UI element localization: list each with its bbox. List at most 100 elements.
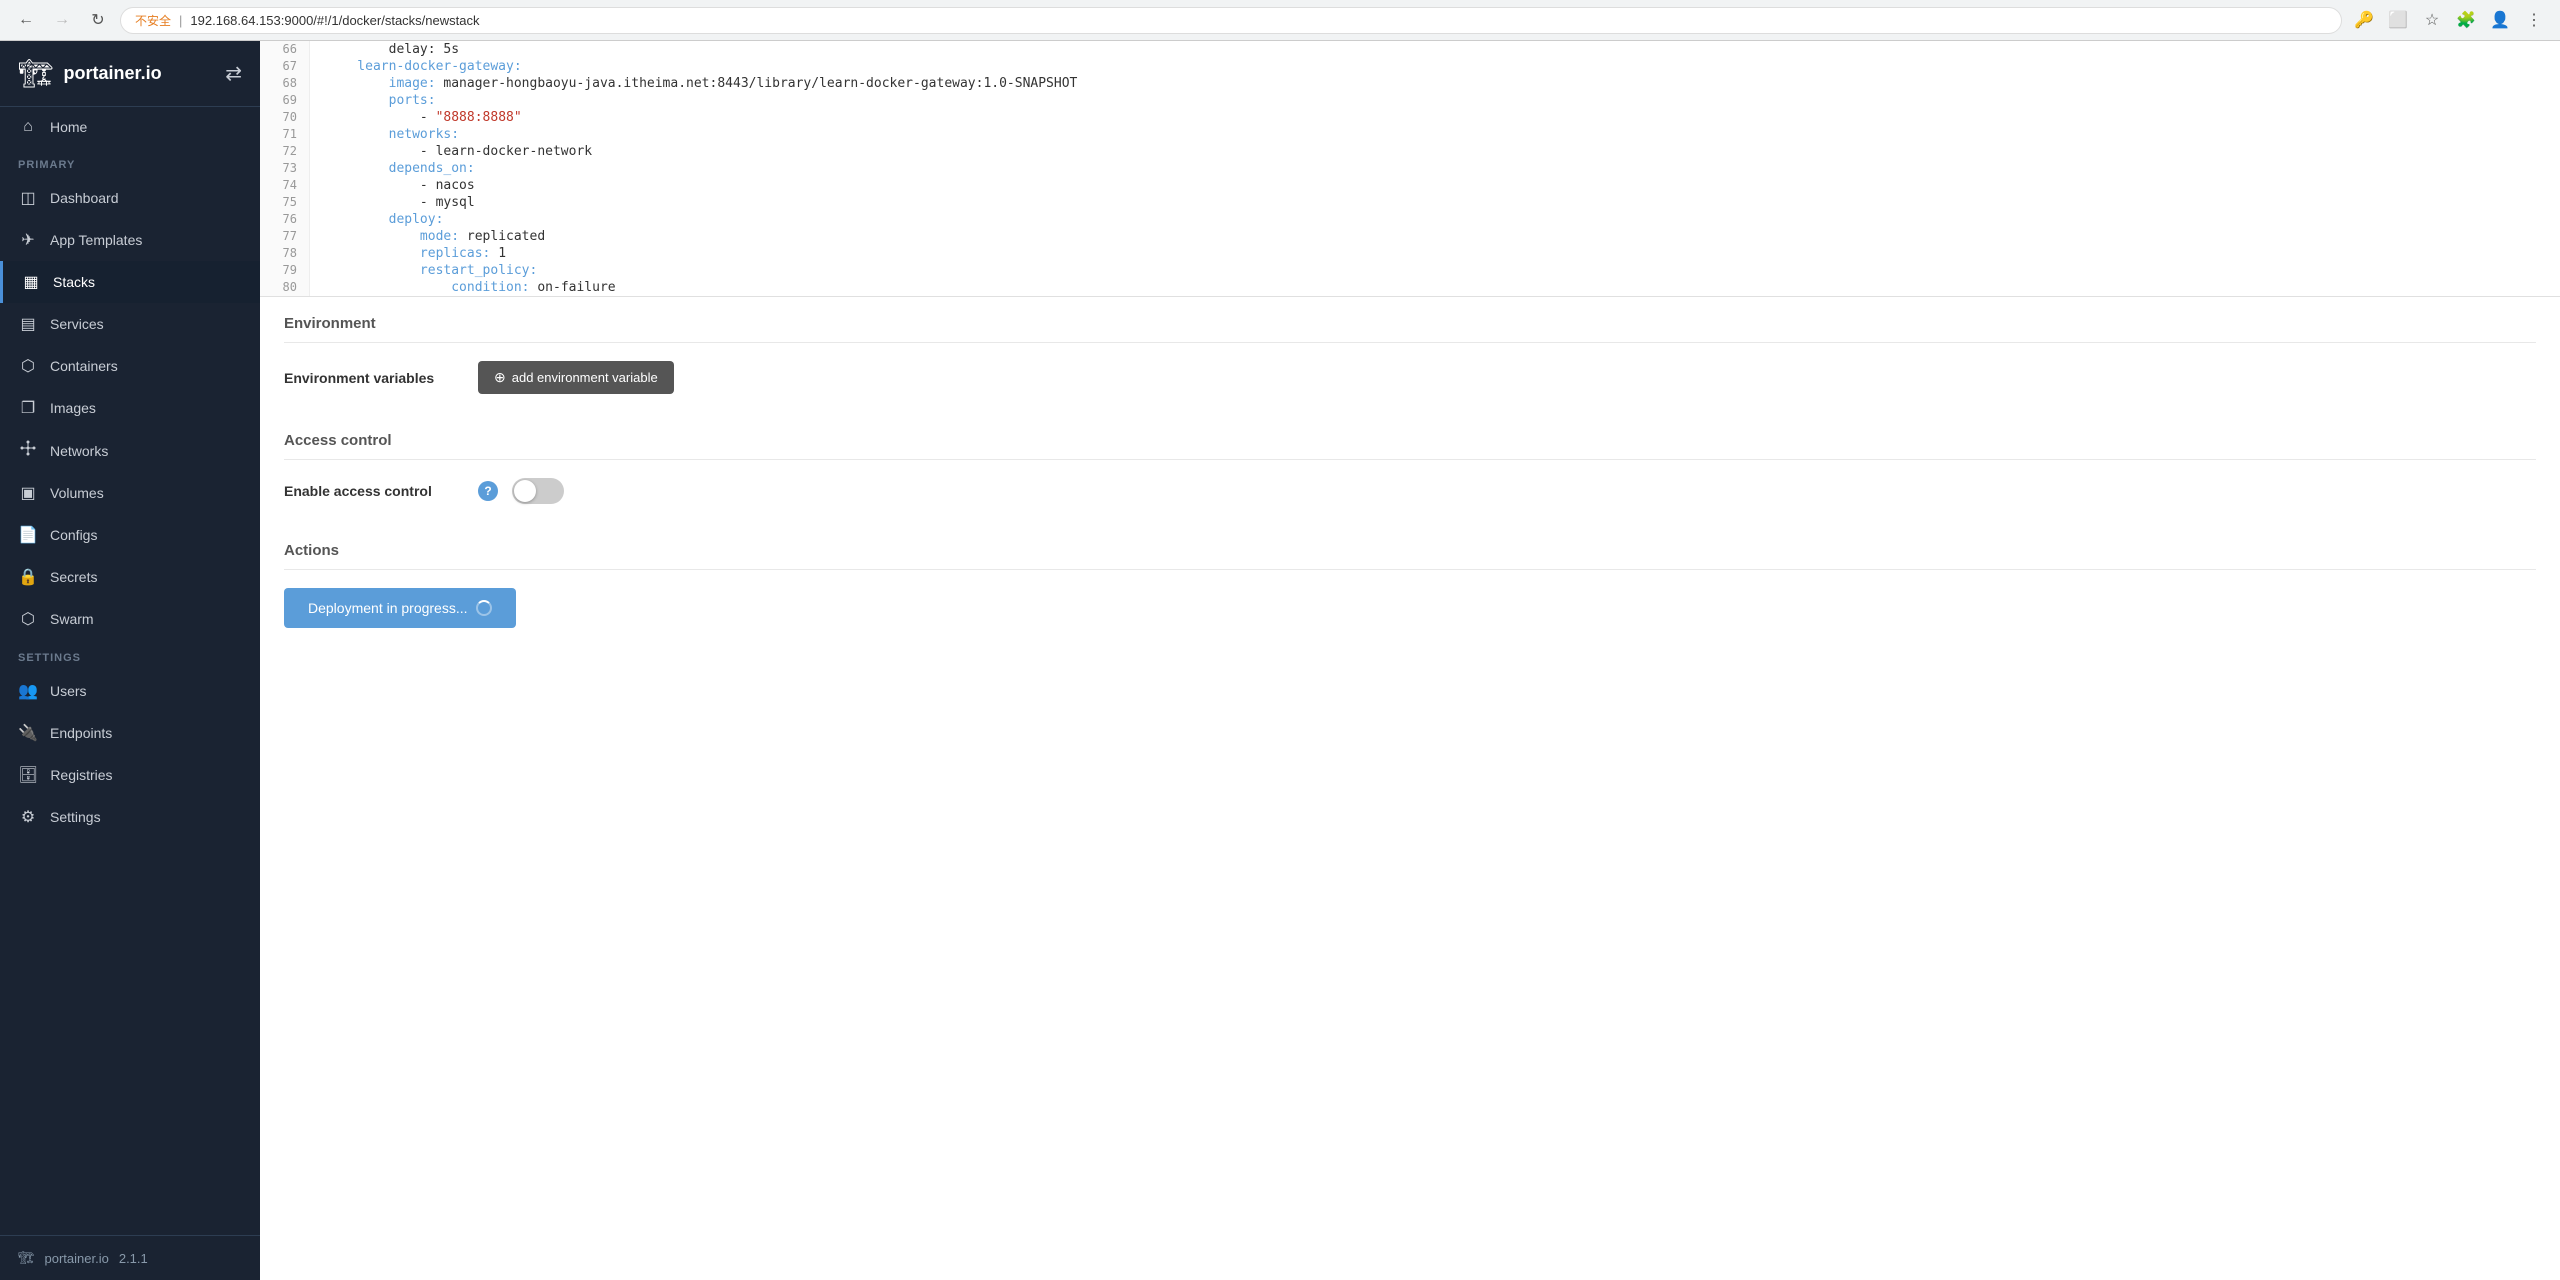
code-line-75: 75 - mysql (260, 194, 2560, 211)
sidebar-nav-item-secrets[interactable]: 🔒 Secrets (0, 556, 260, 598)
volumes-icon: ▣ (18, 483, 38, 503)
env-vars-row: Environment variables ⊕ add environment … (284, 361, 2536, 394)
address-bar: 不安全 | 192.168.64.153:9000/#!/1/docker/st… (120, 7, 2342, 34)
sidebar-nav-item-configs[interactable]: 📄 Configs (0, 514, 260, 556)
actions-title: Actions (284, 524, 2536, 570)
sidebar-item-label: Configs (50, 527, 97, 543)
translate-btn[interactable]: ⬜ (2384, 6, 2412, 34)
sidebar-item-label: Swarm (50, 611, 94, 627)
footer-logo-text: portainer.io (45, 1251, 109, 1266)
sidebar-nav-item-users[interactable]: 👥 Users (0, 670, 260, 712)
deploy-button[interactable]: Deployment in progress... (284, 588, 516, 628)
sidebar-nav-item-services[interactable]: ▤ Services (0, 303, 260, 345)
primary-section-header: PRIMARY (0, 147, 260, 177)
line-number: 69 (260, 92, 310, 109)
enable-access-control-label: Enable access control (284, 483, 464, 499)
line-content: image: manager-hongbaoyu-java.itheima.ne… (310, 75, 2560, 92)
sidebar-item-label: Networks (50, 443, 108, 459)
sidebar-nav-item-registries[interactable]: 🗄 Registries (0, 754, 260, 796)
extensions-btn[interactable]: 🧩 (2452, 6, 2480, 34)
line-number: 77 (260, 228, 310, 245)
profile-btn[interactable]: 👤 (2486, 6, 2514, 34)
sidebar-nav-item-endpoints[interactable]: 🔌 Endpoints (0, 712, 260, 754)
line-content: - nacos (310, 177, 2560, 194)
sidebar-nav-item-images[interactable]: ❐ Images (0, 387, 260, 429)
networks-icon (18, 440, 38, 461)
users-icon: 👥 (18, 681, 38, 701)
portainer-logo-icon: 🏗 (18, 57, 54, 90)
sidebar-nav-item-settings[interactable]: ⚙ Settings (0, 796, 260, 838)
home-icon: ⌂ (18, 118, 38, 136)
line-number: 72 (260, 143, 310, 160)
security-warning: 不安全 (135, 12, 171, 29)
sidebar-item-label: Stacks (53, 274, 95, 290)
sidebar-item-label: Secrets (50, 569, 97, 585)
line-number: 80 (260, 279, 310, 296)
code-editor[interactable]: 66 delay: 5s 67 learn-docker-gateway: 68… (260, 41, 2560, 297)
code-line-74: 74 - nacos (260, 177, 2560, 194)
stacks-icon: ▦ (21, 272, 41, 292)
registries-icon: 🗄 (18, 765, 38, 785)
secrets-icon: 🔒 (18, 567, 38, 587)
line-content: restart_policy: (310, 262, 2560, 279)
code-line-80: 80 condition: on-failure (260, 279, 2560, 296)
code-line-70: 70 - "8888:8888" (260, 109, 2560, 126)
sidebar-logo: 🏗 portainer.io ⇄ (0, 41, 260, 107)
plus-icon: ⊕ (494, 369, 506, 386)
footer-version: 2.1.1 (119, 1251, 148, 1266)
sidebar-nav-item-app-templates[interactable]: ✈ App Templates (0, 219, 260, 261)
actions-section: Actions Deployment in progress... (260, 524, 2560, 658)
line-content: condition: on-failure (310, 279, 2560, 296)
line-number: 71 (260, 126, 310, 143)
sidebar-nav-item-networks[interactable]: Networks (0, 429, 260, 472)
line-content: learn-docker-gateway: (310, 58, 2560, 75)
code-line-72: 72 - learn-docker-network (260, 143, 2560, 160)
sidebar-item-label: Endpoints (50, 725, 112, 741)
line-number: 70 (260, 109, 310, 126)
line-content: - mysql (310, 194, 2560, 211)
sidebar-toggle[interactable]: ⇄ (225, 61, 242, 86)
sidebar-nav-item-dashboard[interactable]: ◫ Dashboard (0, 177, 260, 219)
code-line-76: 76 deploy: (260, 211, 2560, 228)
code-line-67: 67 learn-docker-gateway: (260, 58, 2560, 75)
bookmark-btn[interactable]: ☆ (2418, 6, 2446, 34)
reload-button[interactable]: ↻ (84, 6, 112, 34)
code-line-77: 77 mode: replicated (260, 228, 2560, 245)
line-content: mode: replicated (310, 228, 2560, 245)
sidebar-nav-item-home[interactable]: ⌂ Home (0, 107, 260, 147)
sidebar-item-label: Volumes (50, 485, 104, 501)
dashboard-icon: ◫ (18, 188, 38, 208)
sidebar-nav-item-stacks[interactable]: ▦ Stacks (0, 261, 260, 303)
settings-section-header: SETTINGS (0, 640, 260, 670)
environment-section-title: Environment (284, 297, 2536, 343)
forward-button[interactable]: → (48, 6, 76, 34)
sidebar-nav-item-containers[interactable]: ⬡ Containers (0, 345, 260, 387)
add-env-var-button[interactable]: ⊕ add environment variable (478, 361, 674, 394)
sidebar-footer: 🏗 portainer.io 2.1.1 (0, 1235, 260, 1280)
code-lines: 66 delay: 5s 67 learn-docker-gateway: 68… (260, 41, 2560, 296)
access-control-toggle[interactable] (512, 478, 564, 504)
sidebar-item-label: Users (50, 683, 87, 699)
menu-btn[interactable]: ⋮ (2520, 6, 2548, 34)
password-manager-btn[interactable]: 🔑 (2350, 6, 2378, 34)
back-button[interactable]: ← (12, 6, 40, 34)
sidebar-nav-item-swarm[interactable]: ⬡ Swarm (0, 598, 260, 640)
url-display: 192.168.64.153:9000/#!/1/docker/stacks/n… (190, 13, 2327, 28)
main-content: 66 delay: 5s 67 learn-docker-gateway: 68… (260, 41, 2560, 1280)
line-number: 67 (260, 58, 310, 75)
settings-icon: ⚙ (18, 807, 38, 827)
sidebar-item-label: Registries (50, 767, 112, 783)
help-icon[interactable]: ? (478, 481, 498, 501)
line-content: depends_on: (310, 160, 2560, 177)
line-number: 75 (260, 194, 310, 211)
portainer-logo-text: portainer.io (64, 63, 162, 84)
sidebar: 🏗 portainer.io ⇄ ⌂ Home PRIMARY ◫ Dashbo… (0, 41, 260, 1280)
browser-chrome: ← → ↻ 不安全 | 192.168.64.153:9000/#!/1/doc… (0, 0, 2560, 41)
line-content: replicas: 1 (310, 245, 2560, 262)
code-editor-container: 66 delay: 5s 67 learn-docker-gateway: 68… (260, 41, 2560, 297)
images-icon: ❐ (18, 398, 38, 418)
line-content: networks: (310, 126, 2560, 143)
sidebar-nav-item-volumes[interactable]: ▣ Volumes (0, 472, 260, 514)
deploy-label: Deployment in progress... (308, 600, 468, 616)
endpoints-icon: 🔌 (18, 723, 38, 743)
